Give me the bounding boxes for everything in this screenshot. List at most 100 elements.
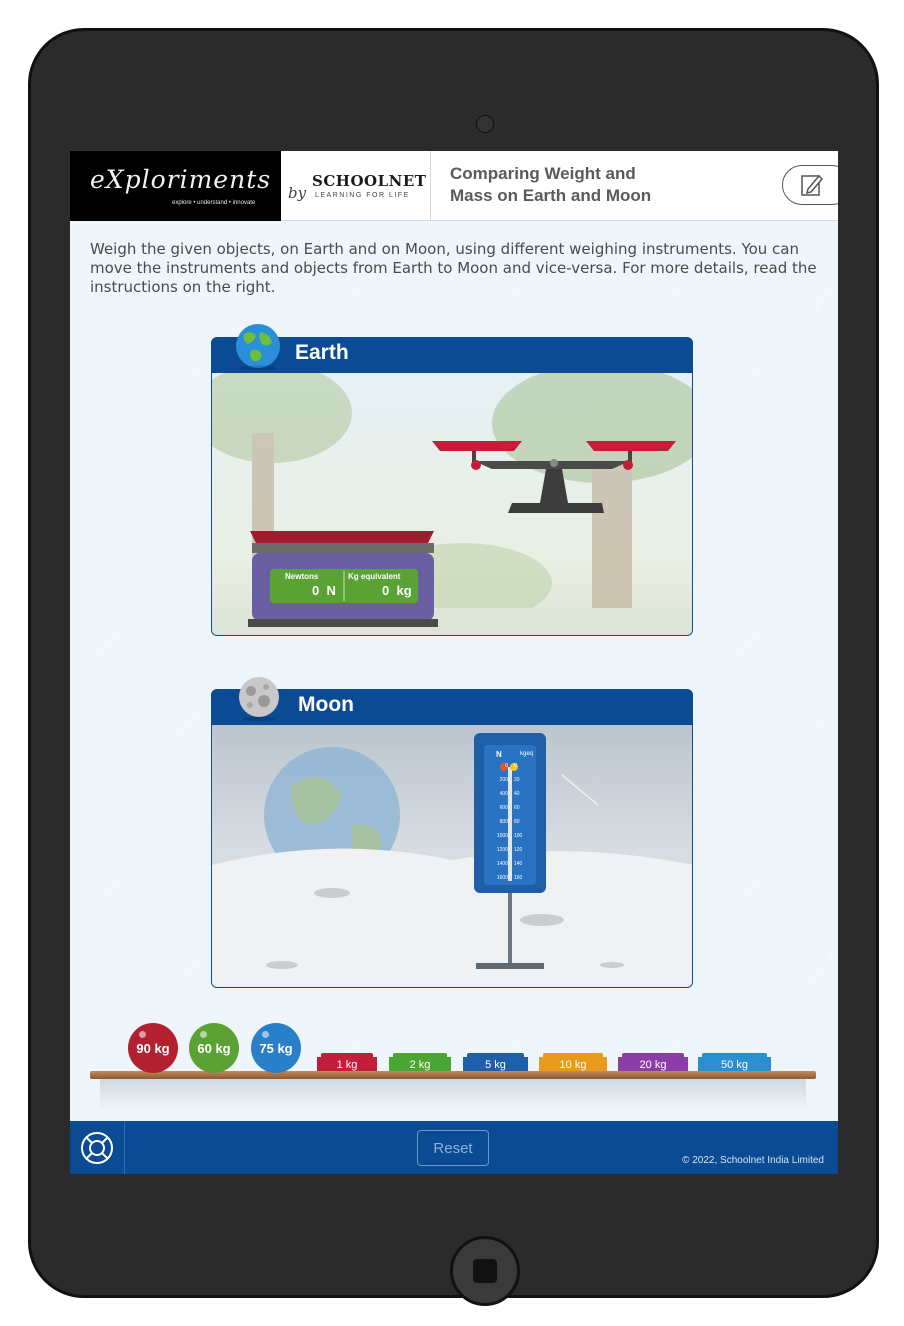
footer-bar: Reset © 2022, Schoolnet India Limited <box>70 1121 838 1174</box>
digital-scale[interactable] <box>248 531 438 627</box>
kg-value: 0 <box>382 583 390 598</box>
block-1kg[interactable]: 1 kg <box>317 1053 377 1071</box>
ball-75kg[interactable]: 75 kg <box>251 1023 301 1073</box>
block-top <box>702 1053 767 1058</box>
exploriments-logo: eXploriments explore • understand • inno… <box>70 151 281 221</box>
newtons-value: 0 <box>312 583 320 598</box>
ball-shine <box>200 1031 207 1038</box>
by-label: by <box>288 184 307 202</box>
notes-button[interactable] <box>782 165 838 205</box>
block-top <box>622 1053 684 1058</box>
moon-panel-title: Moon <box>298 693 354 716</box>
ball-60kg[interactable]: 60 kg <box>189 1023 239 1073</box>
instructions-text: Weigh the given objects, on Earth and on… <box>90 240 817 296</box>
earth-panel-header: Earth <box>211 337 693 373</box>
schoolnet-tagline: LEARNING FOR LIFE <box>315 192 410 199</box>
tick-label-newtons: 1600 <box>496 875 508 881</box>
moon-scene: N kgeq 0 200 400 600 800 1000 1200 1400 1600 0 20… <box>211 725 693 988</box>
tick-label-kg: 140 <box>514 861 523 867</box>
tick-label-newtons: 1000 <box>496 833 508 839</box>
svg-text:Schoolnet: Schoolnet <box>161 949 210 1003</box>
block-top <box>393 1053 447 1058</box>
home-button[interactable] <box>450 1236 520 1306</box>
tick-label-newtons: 600 <box>499 805 508 811</box>
tick-label-newtons: 400 <box>499 791 508 797</box>
block-2kg[interactable]: 2 kg <box>389 1053 451 1071</box>
ball-90kg[interactable]: 90 kg <box>128 1023 178 1073</box>
tick-label-kg: 40 <box>514 791 520 797</box>
earth-globe-icon <box>236 324 280 370</box>
block-label: 1 kg <box>336 1059 358 1071</box>
spring-unit-kgeq: kgeq <box>520 751 534 757</box>
moon-background <box>212 733 692 987</box>
spring-scale-newtons: 0 200 400 600 800 1000 1200 1400 1600 <box>484 763 508 889</box>
block-label: 5 kg <box>485 1059 506 1071</box>
tick-label-kg: 80 <box>514 819 520 825</box>
logo-text: eXploriments <box>90 165 272 194</box>
block-label: 20 kg <box>639 1059 667 1071</box>
spring-scale-kg: 0 20 40 60 80 100 120 140 160 <box>514 763 534 889</box>
earth-panel-title: Earth <box>295 341 349 364</box>
ball-label: 75 kg <box>259 1040 293 1056</box>
svg-text:Schoolnet: Schoolnet <box>721 619 770 673</box>
block-label: 50 kg <box>721 1059 748 1071</box>
block-label: 2 kg <box>409 1059 431 1071</box>
block-50kg[interactable]: 50 kg <box>698 1053 771 1071</box>
tick-label-newtons: 1400 <box>496 861 508 867</box>
svg-text:Schoolnet: Schoolnet <box>81 619 130 673</box>
tick-label-newtons: 800 <box>499 819 508 825</box>
earth-panel: Earth Newtons Kg equivalent 0 N 0 kg <box>211 324 693 637</box>
ball-shine <box>139 1031 146 1038</box>
moon-icon <box>239 677 279 721</box>
scale-label-newtons: Newtons <box>285 572 319 581</box>
scale-reading-kg: 0 kg <box>382 583 412 598</box>
help-button[interactable] <box>70 1121 125 1174</box>
app-screen: eXploriments explore • understand • inno… <box>70 151 838 1174</box>
moon-panel: Moon N kgeq 0 200 400 600 800 1000 1200 … <box>211 677 693 989</box>
tick-label-kg: 100 <box>514 833 523 839</box>
copyright-text: © 2022, Schoolnet India Limited <box>682 1155 824 1166</box>
earth-scene: Newtons Kg equivalent 0 N 0 kg <box>211 373 693 636</box>
camera-icon <box>476 115 494 133</box>
ball-label: 60 kg <box>197 1040 231 1056</box>
page-title-line1: Comparing Weight and <box>450 164 636 183</box>
shelf-shadow <box>100 1079 806 1109</box>
block-top <box>467 1053 524 1058</box>
moon-panel-header: Moon <box>211 689 693 725</box>
ball-shine <box>262 1031 269 1038</box>
tick-label-kg: 20 <box>514 777 520 783</box>
tick-label-kg: 60 <box>514 805 520 811</box>
svg-text:Schoolnet: Schoolnet <box>721 869 770 923</box>
tick-label-kg: 120 <box>514 847 523 853</box>
svg-text:Schoolnet: Schoolnet <box>161 359 210 413</box>
header-divider <box>430 151 431 221</box>
page-title-line2: Mass on Earth and Moon <box>450 186 652 205</box>
header: eXploriments explore • understand • inno… <box>70 151 838 221</box>
earth-background <box>212 373 692 635</box>
block-top <box>321 1053 373 1058</box>
tick-label-kg: 0 <box>514 763 517 769</box>
home-square-icon <box>473 1259 497 1283</box>
svg-text:Schoolnet: Schoolnet <box>721 359 770 413</box>
svg-text:Schoolnet: Schoolnet <box>161 699 210 753</box>
scale-label-kg: Kg equivalent <box>348 572 401 581</box>
lifebuoy-icon <box>81 1131 113 1164</box>
schoolnet-logo: SCHOOLNET <box>312 172 427 190</box>
block-10kg[interactable]: 10 kg <box>539 1053 607 1071</box>
ball-label: 90 kg <box>136 1040 170 1056</box>
logo-tagline: explore • understand • innovate <box>172 200 256 206</box>
block-5kg[interactable]: 5 kg <box>463 1053 528 1071</box>
tick-label-newtons: 1200 <box>496 847 508 853</box>
svg-text:Schoolnet: Schoolnet <box>791 699 838 753</box>
tick-label-newtons: 0 <box>505 763 508 769</box>
svg-text:Schoolnet: Schoolnet <box>81 869 130 923</box>
reset-button[interactable]: Reset <box>417 1130 489 1166</box>
block-label: 10 kg <box>559 1059 587 1071</box>
block-top <box>543 1053 603 1058</box>
block-20kg[interactable]: 20 kg <box>618 1053 688 1071</box>
svg-text:Schoolnet: Schoolnet <box>791 949 838 1003</box>
shelf <box>90 1071 816 1079</box>
page-title: Comparing Weight and Mass on Earth and M… <box>450 163 720 207</box>
spring-unit-n: N <box>496 750 502 759</box>
tick-label-newtons: 200 <box>499 777 508 783</box>
